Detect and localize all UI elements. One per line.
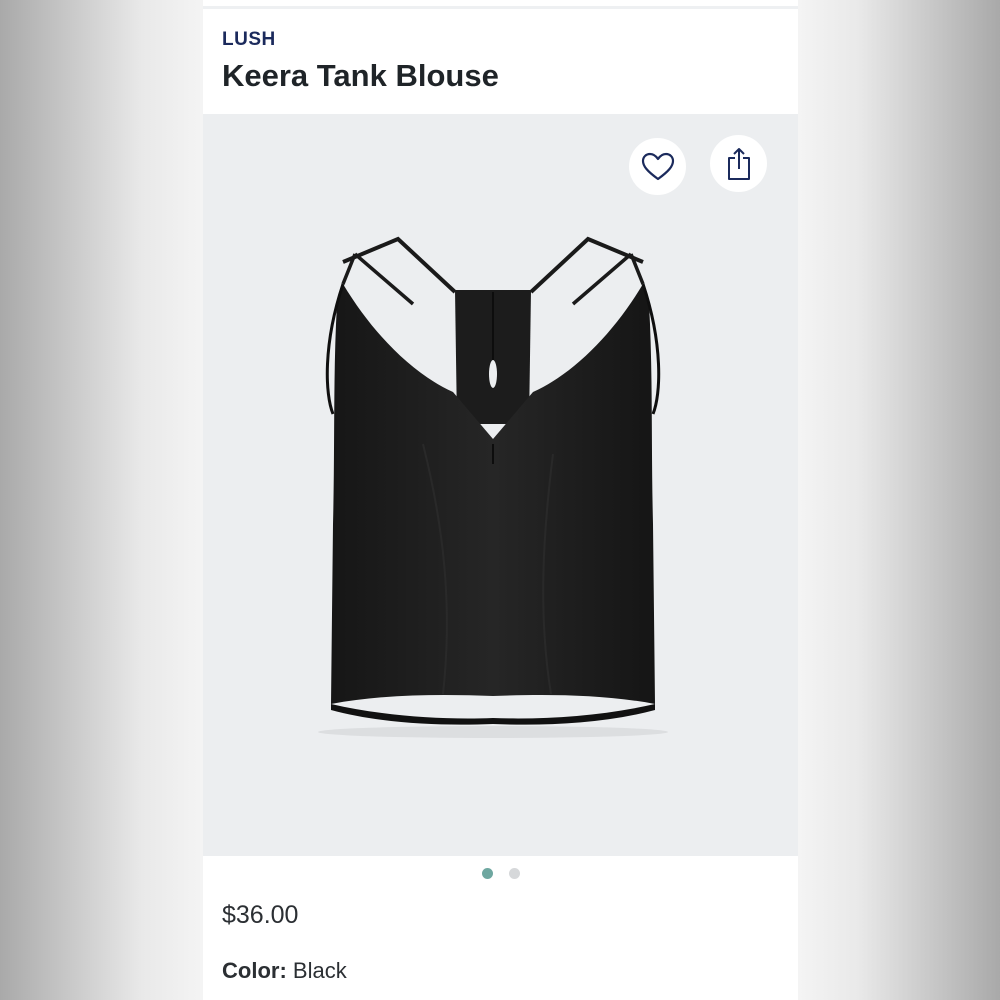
top-divider: [203, 6, 798, 9]
favorite-button[interactable]: [629, 138, 686, 195]
carousel-dot-1[interactable]: [481, 868, 493, 879]
blouse-photo: [318, 236, 668, 738]
color-label: Color:: [222, 958, 287, 983]
carousel-dot-2[interactable]: [508, 868, 520, 879]
color-info: Color: Black: [222, 958, 347, 984]
color-value: Black: [292, 958, 347, 983]
brand-name[interactable]: LUSH: [222, 29, 276, 51]
product-card: LUSH Keera Tank Blouse $36.00 Color: Bla…: [203, 0, 798, 1000]
product-price: $36.00: [222, 901, 299, 929]
product-title: Keera Tank Blouse: [222, 58, 499, 93]
carousel-indicator: [203, 868, 798, 879]
product-image[interactable]: [203, 114, 798, 856]
share-icon: [727, 147, 750, 180]
left-blur-margin: [0, 0, 203, 1000]
share-button[interactable]: [710, 135, 767, 192]
right-blur-margin: [798, 0, 1000, 1000]
heart-icon: [641, 152, 674, 180]
